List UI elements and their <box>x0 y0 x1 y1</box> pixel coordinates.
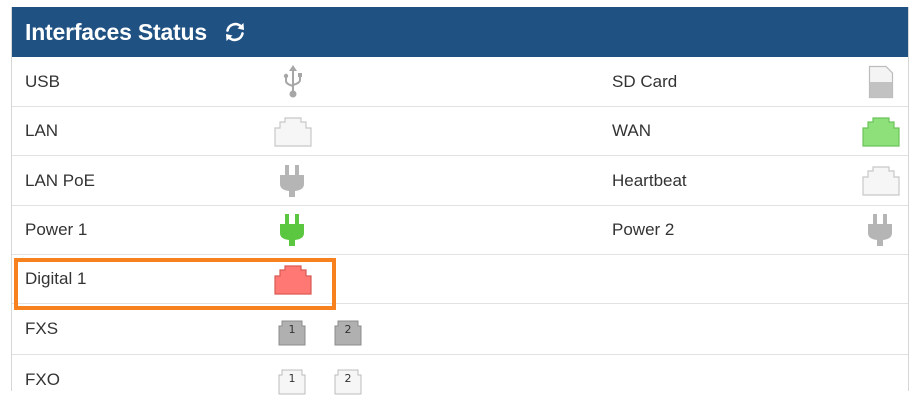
ethernet-port-icon <box>274 265 312 295</box>
interface-label: FXO <box>25 369 60 389</box>
interface-label: FXS <box>25 319 59 338</box>
interface-row: LAN WAN <box>12 107 908 156</box>
interface-label: Power 2 <box>612 220 675 239</box>
interface-label: USB <box>25 71 60 91</box>
interface-row: USB SD Card <box>12 57 908 107</box>
interface-row: LAN PoE Heartbeat <box>12 156 908 206</box>
panel-header: Interfaces Status <box>12 7 908 57</box>
interface-row: FXS 1 2 <box>12 304 908 355</box>
refresh-icon[interactable] <box>223 19 249 45</box>
panel-title: Interfaces Status <box>25 18 207 45</box>
port-number: 2 <box>344 323 352 336</box>
interface-row: Digital 1 <box>12 255 908 304</box>
interface-label: Heartbeat <box>612 170 687 190</box>
interface-label: WAN <box>612 121 652 140</box>
power-plug-icon <box>867 213 893 247</box>
usb-icon <box>280 65 306 99</box>
interface-row: FXO 1 2 <box>12 355 908 404</box>
phone-port-icon: 1 <box>278 318 306 346</box>
interface-label: LAN <box>25 121 59 140</box>
ethernet-port-icon <box>274 117 312 147</box>
interfaces-list: USB SD Card LAN WAN LAN PoE Heartbeat Po… <box>12 57 908 404</box>
ethernet-port-icon <box>862 166 900 196</box>
port-number: 2 <box>344 372 352 385</box>
interface-label: LAN PoE <box>25 170 95 190</box>
sd-card-icon <box>868 65 894 99</box>
interface-label: Digital 1 <box>25 269 87 288</box>
power-plug-icon <box>279 213 305 247</box>
ethernet-port-icon <box>862 117 900 147</box>
port-number: 1 <box>288 372 296 385</box>
port-number: 1 <box>288 323 296 336</box>
interface-label: Power 1 <box>25 220 88 239</box>
phone-port-icon: 2 <box>334 318 362 346</box>
interface-label: SD Card <box>612 71 678 91</box>
interface-row: Power 1 Power 2 <box>12 206 908 255</box>
interfaces-status-panel: Interfaces Status USB SD Card LAN WAN LA… <box>11 7 909 395</box>
power-plug-icon <box>279 164 305 198</box>
